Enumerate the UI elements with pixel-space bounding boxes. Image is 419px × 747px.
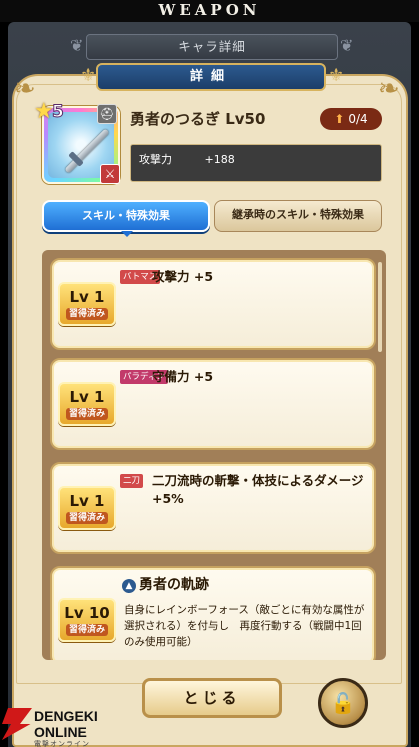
level-label: Lv 1 bbox=[69, 288, 105, 306]
right-ornament-icon: ❦ bbox=[340, 36, 354, 55]
corner-ornament-icon: ❧ bbox=[378, 74, 400, 104]
skill-card: Lv 1 習得済み バトマス 攻撃力 +5 bbox=[50, 258, 376, 350]
left-ornament-icon: ❦ bbox=[70, 36, 84, 55]
skill-card: Lv 10 習得済み ▲ 勇者の軌跡 自身にレインボーフォース（敵ごとに有効な属性… bbox=[50, 566, 376, 660]
rarity-value: 5 bbox=[52, 102, 65, 123]
lightning-logo-icon bbox=[2, 708, 32, 740]
rarity-badge: ★ 5 bbox=[34, 101, 74, 123]
equip-type-icon: ⚔ bbox=[100, 164, 120, 184]
tab-skills[interactable]: スキル・特殊効果 bbox=[42, 200, 210, 232]
panel-title-tab: 詳細 bbox=[96, 63, 326, 91]
level-badge: Lv 1 習得済み bbox=[58, 382, 116, 426]
upgrade-count: ⬆ 0/4 bbox=[320, 108, 382, 130]
weapon-name: 勇者のつるぎ Lv50 bbox=[130, 110, 266, 128]
level-label: Lv 10 bbox=[64, 604, 110, 622]
skill-name: 勇者の軌跡 bbox=[139, 577, 209, 593]
star-icon: ★ bbox=[34, 99, 54, 124]
job-tag: 二刀 bbox=[120, 474, 144, 488]
lock-icon: 🔓 bbox=[330, 691, 356, 715]
skill-effect: 守備力 +5 bbox=[152, 369, 214, 384]
watermark-text: DENGEKI ONLINE bbox=[34, 708, 98, 740]
stat-label: 攻撃力 bbox=[139, 153, 172, 166]
level-badge: Lv 10 習得済み bbox=[58, 598, 116, 642]
learned-status: 習得済み bbox=[66, 512, 108, 524]
learned-status: 習得済み bbox=[66, 308, 108, 320]
upgrade-arrow-icon: ⬆ bbox=[334, 112, 345, 126]
watermark-line2: ONLINE bbox=[34, 724, 87, 740]
corner-ornament-icon: ❧ bbox=[14, 74, 36, 104]
tab-inherited-skills[interactable]: 継承時のスキル・特殊効果 bbox=[214, 200, 382, 232]
skill-type-icon: ▲ bbox=[122, 579, 136, 593]
header-title: キャラ詳細 bbox=[86, 34, 338, 60]
learned-status: 習得済み bbox=[66, 624, 108, 636]
skill-card: Lv 1 習得済み 二刀 二刀流時の斬撃・体技によるダメージ +5% bbox=[50, 462, 376, 554]
close-button[interactable]: とじる bbox=[142, 678, 282, 718]
tab-ornament-icon: ⚜ bbox=[328, 65, 345, 86]
level-label: Lv 1 bbox=[69, 388, 105, 406]
skill-description: 自身にレインボーフォース（敵ごとに有効な属性が選択される）を付与し 再度行動する… bbox=[124, 604, 365, 648]
level-badge: Lv 1 習得済み bbox=[58, 486, 116, 530]
level-label: Lv 1 bbox=[69, 492, 105, 510]
watermark: DENGEKI ONLINE 電撃オンライン bbox=[2, 706, 132, 747]
skill-list[interactable]: Lv 1 習得済み バトマス 攻撃力 +5 Lv 1 習得済み パラディン 守備… bbox=[42, 250, 386, 660]
upgrade-value: 0/4 bbox=[348, 112, 368, 126]
stat-value: +188 bbox=[204, 153, 235, 166]
skill-effect: 攻撃力 +5 bbox=[152, 269, 214, 284]
tab-ornament-icon: ⚜ bbox=[80, 65, 97, 86]
list-scrollbar[interactable] bbox=[378, 262, 382, 352]
learned-status: 習得済み bbox=[66, 408, 108, 420]
active-tab-caret-icon bbox=[121, 231, 133, 237]
skill-effect: 二刀流時の斬撃・体技によるダメージ +5% bbox=[152, 473, 364, 506]
weapon-banner: WEAPON bbox=[0, 0, 419, 22]
skill-card: Lv 1 習得済み パラディン 守備力 +5 bbox=[50, 358, 376, 450]
watermark-line1: DENGEKI bbox=[34, 708, 98, 724]
watermark-sub: 電撃オンライン bbox=[34, 740, 90, 747]
helmet-icon: ⛑ bbox=[97, 104, 117, 124]
stat-box: 攻撃力 +188 bbox=[130, 144, 382, 182]
lock-toggle-button[interactable]: 🔓 bbox=[318, 678, 368, 728]
skill-title: ▲ 勇者の軌跡 bbox=[122, 574, 209, 594]
level-badge: Lv 1 習得済み bbox=[58, 282, 116, 326]
